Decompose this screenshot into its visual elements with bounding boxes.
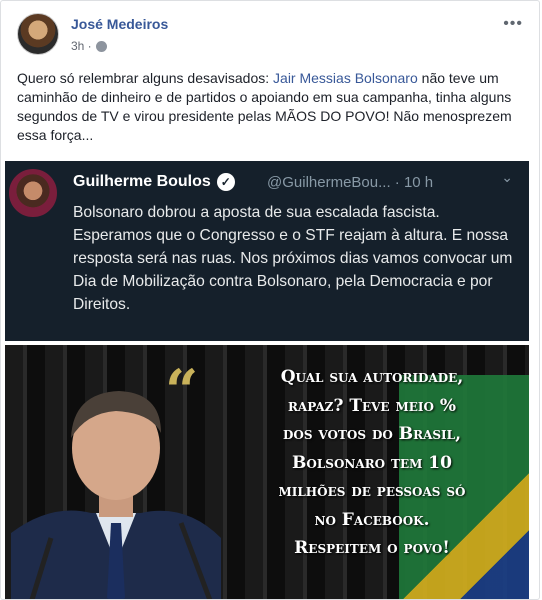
tweet-author-name[interactable]: Guilherme Boulos	[73, 173, 211, 191]
post-text: Quero só relembrar alguns desavisados: J…	[17, 69, 523, 145]
tweet-author-avatar[interactable]	[9, 169, 57, 217]
author-avatar[interactable]	[17, 13, 59, 55]
more-options-icon[interactable]: •••	[503, 15, 523, 33]
caption-line: Qual sua autoridade,	[280, 367, 464, 387]
caption-line: milhões de pessoas só	[278, 481, 466, 501]
post-header: José Medeiros 3h · •••	[17, 13, 523, 61]
quote-mark: “	[165, 357, 199, 425]
post-text-part: Quero só relembrar alguns desavisados:	[17, 70, 274, 86]
embedded-tweet: Guilherme Boulos ✓ @GuilhermeBou... · 10…	[5, 161, 529, 341]
tweet-author-row: Guilherme Boulos ✓	[73, 173, 235, 191]
caption-line: Respeitem o povo!	[294, 538, 450, 558]
caption-line: rapaz? Teve meio %	[287, 395, 457, 416]
globe-icon	[95, 40, 107, 52]
caption-line: dos votos do Brasil,	[282, 424, 462, 444]
post-meta: 3h ·	[71, 39, 107, 53]
caption-line: no Facebook.	[314, 509, 430, 530]
post-image[interactable]: “ Qual sua autoridade, rapaz? Teve meio …	[5, 345, 529, 599]
tweet-handle[interactable]: @GuilhermeBou... · 10 h	[267, 174, 433, 191]
tweet-body: Bolsonaro dobrou a aposta de sua escalad…	[73, 204, 513, 313]
verified-badge-icon: ✓	[216, 173, 235, 191]
chevron-down-icon[interactable]: ⌄	[501, 169, 513, 186]
author-name[interactable]: José Medeiros	[71, 16, 168, 32]
caption-line: Bolsonaro tem 10	[292, 452, 452, 473]
post-time[interactable]: 3h ·	[71, 39, 92, 53]
mention-link[interactable]: Jair Messias Bolsonaro	[273, 70, 418, 86]
facebook-post: José Medeiros 3h · ••• Quero só relembra…	[0, 0, 540, 600]
image-caption: Qual sua autoridade, rapaz? Teve meio % …	[237, 363, 507, 563]
